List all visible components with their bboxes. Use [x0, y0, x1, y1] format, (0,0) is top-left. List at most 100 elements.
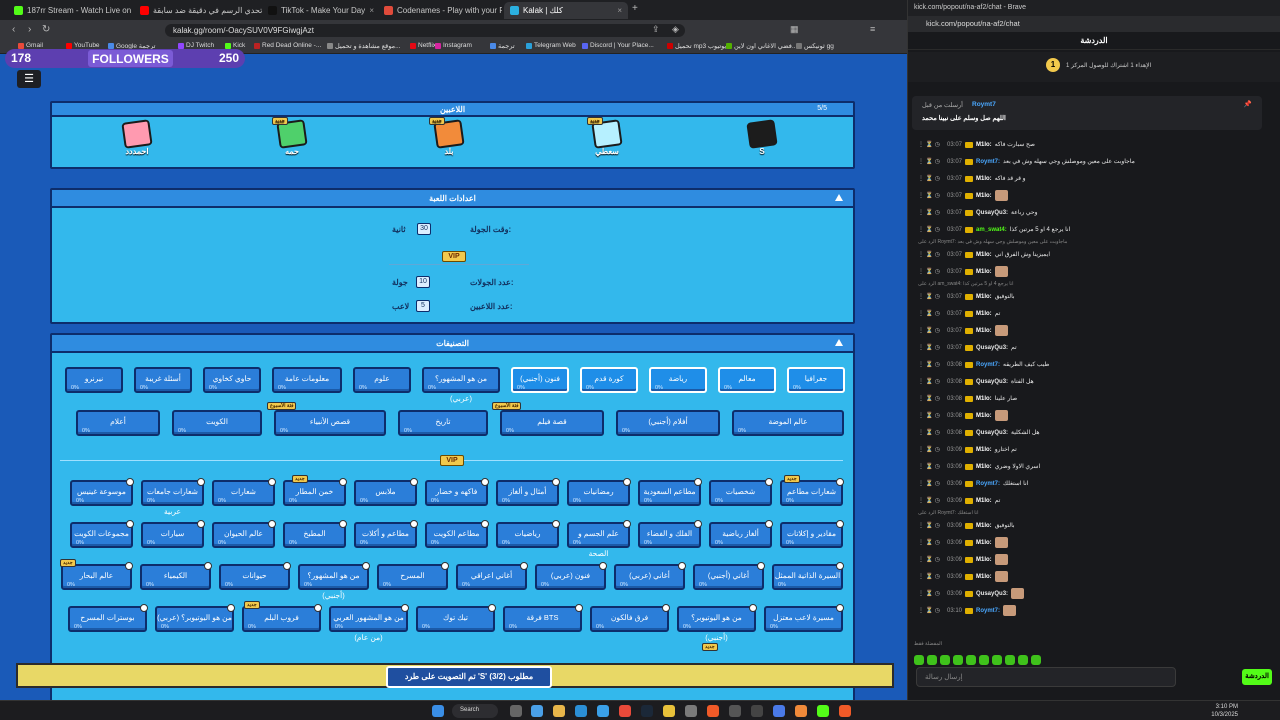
category-button[interactable]: أفلام (أجنبي) 0% — [616, 410, 720, 436]
chat-send-button[interactable]: الدردشة — [1242, 669, 1272, 685]
close-tab-icon[interactable]: × — [369, 6, 374, 15]
player-card[interactable]: S — [742, 119, 782, 156]
browser-tab[interactable]: TikTok - Make Your Day × — [262, 2, 380, 19]
mod-actions-icon[interactable]: ⋮ ⏳ ◷ — [918, 192, 944, 199]
category-button[interactable]: بوسترات المسرح 0% — [68, 604, 148, 632]
brave-shield-icon[interactable]: ◈ — [672, 24, 679, 35]
browser-tab[interactable]: تحدي الرسم في دقيقة ضد سابقة× — [134, 2, 262, 19]
browser-tab[interactable]: 187rr Stream - Watch Live on Kick× — [8, 2, 134, 19]
app-icon[interactable] — [751, 705, 763, 717]
menu-icon[interactable]: ≡ — [870, 24, 875, 34]
mod-actions-icon[interactable]: ⋮ ⏳ ◷ — [918, 463, 944, 470]
category-button[interactable]: فرق فالكون 0% — [590, 604, 670, 632]
copilot-icon[interactable] — [531, 705, 543, 717]
mod-actions-icon[interactable]: ⋮ ⏳ ◷ — [918, 209, 944, 216]
category-button[interactable]: فنون (عربي) 0% — [535, 562, 607, 590]
extensions-icon[interactable]: ▦ — [790, 24, 799, 35]
bookmark-item[interactable]: ثونيكس gg — [796, 42, 834, 50]
message-username[interactable]: M1lo: — [976, 574, 992, 580]
round-time-input[interactable]: 30 — [417, 223, 431, 235]
category-button[interactable]: من هو المشهور؟ (أجنبي) 0% — [298, 562, 370, 600]
close-tab-icon[interactable]: × — [617, 6, 622, 15]
collapse-settings-icon[interactable] — [835, 194, 843, 201]
category-button[interactable]: حيوانات 0% — [219, 562, 291, 590]
bookmark-item[interactable]: Kick — [225, 42, 245, 49]
brave-active-icon[interactable] — [839, 705, 851, 717]
message-username[interactable]: M1lo: — [976, 142, 992, 148]
emote-icon[interactable] — [914, 655, 924, 665]
mod-actions-icon[interactable]: ⋮ ⏳ ◷ — [918, 158, 944, 165]
mod-actions-icon[interactable]: ⋮ ⏳ ◷ — [918, 226, 944, 233]
category-button[interactable]: أمثال و ألغاز 0% — [496, 478, 560, 506]
emote-icon[interactable] — [1031, 655, 1041, 665]
category-button[interactable]: من هو المشهور؟ (عربي) 0% — [422, 367, 500, 403]
category-button[interactable]: من هو اليوتيوبر؟ (عربي) 0% — [155, 604, 235, 632]
category-button[interactable]: السيرة الذاتية الممثل 0% — [772, 562, 844, 590]
chat-url-field[interactable]: kick.com/popout/na-af2/chat — [908, 16, 1280, 32]
category-button[interactable]: ألغاز رياضية 0% — [709, 520, 773, 548]
category-button[interactable]: علوم 0% — [353, 367, 411, 393]
message-username[interactable]: M1lo: — [976, 252, 992, 258]
category-button[interactable]: سيارات 0% — [141, 520, 205, 548]
category-button[interactable]: أعلام 0% — [76, 410, 160, 436]
new-tab-icon[interactable]: + — [632, 3, 638, 14]
message-username[interactable]: M1lo: — [976, 176, 992, 182]
mod-actions-icon[interactable]: ⋮ ⏳ ◷ — [918, 556, 944, 563]
store-icon[interactable] — [597, 705, 609, 717]
kick-icon[interactable] — [817, 705, 829, 717]
bookmark-item[interactable]: فضي الاغاني اون لاين... — [726, 42, 797, 50]
mod-actions-icon[interactable]: ⋮ ⏳ ◷ — [918, 429, 944, 436]
category-button[interactable]: مطاعم السعودية 0% — [638, 478, 702, 506]
message-username[interactable]: QusayQu3: — [976, 379, 1008, 385]
mod-actions-icon[interactable]: ⋮ ⏳ ◷ — [918, 395, 944, 402]
emote-icon[interactable] — [966, 655, 976, 665]
emote-icon[interactable] — [1018, 655, 1028, 665]
mod-actions-icon[interactable]: ⋮ ⏳ ◷ — [918, 497, 944, 504]
mod-actions-icon[interactable]: ⋮ ⏳ ◷ — [918, 310, 944, 317]
category-button[interactable]: عالم البحار 0% — [61, 562, 133, 590]
category-button[interactable]: أغاني (عربي) 0% — [614, 562, 686, 590]
taskbar-search[interactable]: Search — [452, 704, 498, 718]
message-username[interactable]: Roymt7: — [976, 159, 1000, 165]
category-button[interactable]: كورة قدم 0% — [580, 367, 638, 393]
category-button[interactable]: قصص الأنبياء 0% — [274, 410, 386, 436]
steam-icon[interactable] — [641, 705, 653, 717]
player-card[interactable]: احمددد — [117, 119, 157, 156]
category-button[interactable]: تيك توك 0% — [416, 604, 496, 632]
rounds-input[interactable]: 10 — [416, 276, 430, 288]
category-button[interactable]: حاوي كخاوي 0% — [203, 367, 261, 393]
browser-tab[interactable]: Kalak | كلك × — [504, 2, 628, 19]
browser-tab[interactable]: Codenames - Play with your Friends× — [378, 2, 502, 19]
file-explorer-icon[interactable] — [553, 705, 565, 717]
app-icon[interactable] — [685, 705, 697, 717]
app-icon[interactable] — [729, 705, 741, 717]
message-username[interactable]: M1lo: — [976, 523, 992, 529]
reply-context[interactable]: الرد على Roymt7: ماجاوبت على معين وموصلش… — [918, 239, 1067, 245]
category-button[interactable]: عالم الحيوان 0% — [212, 520, 276, 548]
category-button[interactable]: الكيمياء 0% — [140, 562, 212, 590]
category-button[interactable]: فروب البلم 0% — [242, 604, 322, 632]
message-username[interactable]: M1lo: — [976, 328, 992, 334]
category-button[interactable]: من هو المشهور العربي (من عام) 0% — [329, 604, 409, 642]
bookmark-item[interactable]: تحميل mp3 يوتيوب — [667, 42, 726, 50]
category-button[interactable]: جغرافيا 0% — [787, 367, 845, 393]
category-button[interactable]: رمضانيات 0% — [567, 478, 631, 506]
category-button[interactable]: شعارات 0% — [212, 478, 276, 506]
category-button[interactable]: أسئلة غريبة 0% — [134, 367, 192, 393]
brave-icon[interactable] — [707, 705, 719, 717]
category-button[interactable]: شخصيات 0% — [709, 478, 773, 506]
mod-actions-icon[interactable]: ⋮ ⏳ ◷ — [918, 590, 944, 597]
mod-actions-icon[interactable]: ⋮ ⏳ ◷ — [918, 327, 944, 334]
bookmark-item[interactable]: ترجمة — [490, 42, 515, 50]
mod-actions-icon[interactable]: ⋮ ⏳ ◷ — [918, 251, 944, 258]
emote-icon[interactable] — [927, 655, 937, 665]
category-button[interactable]: فاكهه و خضار 0% — [425, 478, 489, 506]
reload-icon[interactable]: ↻ — [42, 24, 50, 35]
mod-actions-icon[interactable]: ⋮ ⏳ ◷ — [918, 344, 944, 351]
mod-actions-icon[interactable]: ⋮ ⏳ ◷ — [918, 412, 944, 419]
mod-actions-icon[interactable]: ⋮ ⏳ ◷ — [918, 361, 944, 368]
player-card[interactable]: حمه جديد — [272, 117, 312, 156]
category-button[interactable]: موسوعة غينيس 0% — [70, 478, 134, 506]
mod-actions-icon[interactable]: ⋮ ⏳ ◷ — [918, 141, 944, 148]
category-button[interactable]: تاريخ 0% — [398, 410, 488, 436]
